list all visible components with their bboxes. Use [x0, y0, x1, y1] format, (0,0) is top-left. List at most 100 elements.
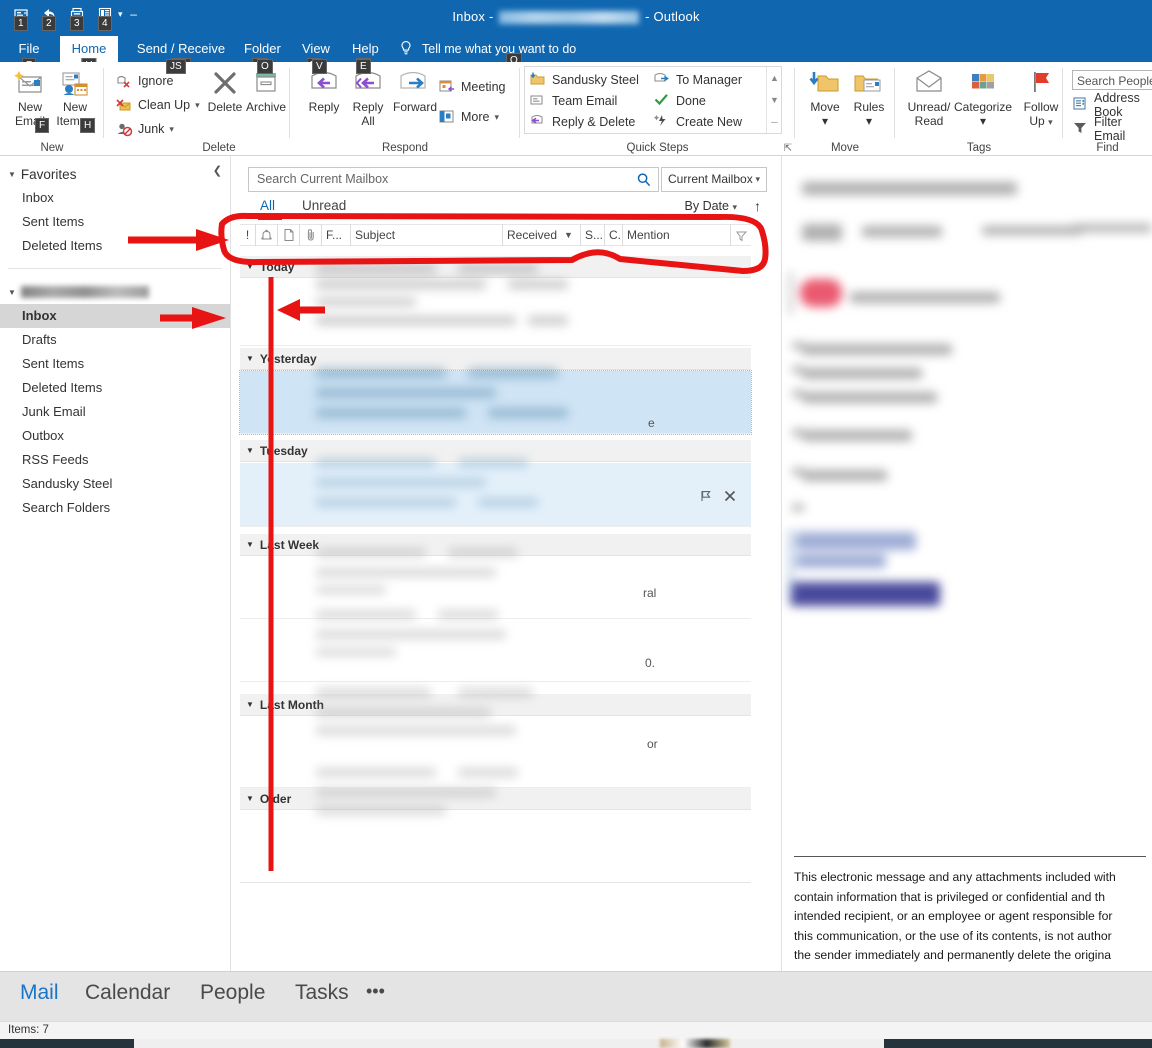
table-row[interactable]: [240, 278, 751, 346]
quick-step-sandusky-steel[interactable]: Sandusky Steel: [529, 69, 639, 90]
module-tasks[interactable]: Tasks: [295, 981, 349, 1005]
done-check-icon: [653, 92, 670, 110]
to-manager-icon: [653, 71, 670, 89]
favorites-header[interactable]: ▼ Favorites: [0, 162, 230, 186]
sidebar-item-inbox[interactable]: Inbox: [0, 304, 230, 328]
sidebar-item-deleted-items[interactable]: Deleted Items: [0, 376, 230, 400]
sidebar-item-drafts[interactable]: Drafts: [0, 328, 230, 352]
disclaimer-top-rule: [794, 856, 1146, 857]
junk-button[interactable]: Junk ▾: [115, 118, 174, 140]
favorite-sent-items[interactable]: Sent Items: [0, 210, 230, 234]
module-navigation-bar: Mail Calendar People Tasks •••: [0, 971, 1152, 1021]
meeting-button[interactable]: Meeting: [438, 76, 505, 98]
collapse-triangle-icon: ▼: [246, 700, 254, 709]
search-placeholder: Search Current Mailbox: [257, 172, 389, 186]
sidebar-item-sandusky-steel[interactable]: Sandusky Steel: [0, 472, 230, 496]
row-hover-actions[interactable]: [699, 489, 737, 508]
quick-steps-dialog-launcher[interactable]: ⇱: [784, 143, 792, 154]
module-people[interactable]: People: [200, 981, 265, 1005]
sidebar-item-sent-items[interactable]: Sent Items: [0, 352, 230, 376]
more-respond-button[interactable]: More ▾: [438, 106, 499, 128]
quick-step-reply-delete[interactable]: Reply & Delete: [529, 111, 635, 132]
date-group-today[interactable]: ▼ Today: [240, 256, 751, 278]
quick-steps-gallery[interactable]: Sandusky Steel Team Email Reply & Delete: [524, 66, 782, 134]
favorite-inbox[interactable]: Inbox: [0, 186, 230, 210]
rules-button[interactable]: Rules ▾: [841, 66, 897, 128]
legal-disclaimer-text: This electronic message and any attachme…: [794, 870, 1116, 963]
account-header[interactable]: ▼: [0, 280, 230, 304]
module-mail[interactable]: Mail: [20, 981, 59, 1005]
table-row[interactable]: [240, 810, 751, 882]
quick-step-team-email[interactable]: Team Email: [529, 90, 617, 111]
search-people-input[interactable]: Search People: [1072, 70, 1152, 90]
tab-home[interactable]: Home H: [60, 36, 118, 73]
collapse-triangle-icon: ▼: [246, 262, 254, 271]
quick-steps-expand-icon[interactable]: ─: [767, 111, 782, 133]
column-header-attachment[interactable]: [300, 224, 322, 246]
table-row[interactable]: [240, 716, 751, 788]
column-header-flag-filter[interactable]: [731, 224, 751, 246]
filter-email-button[interactable]: Filter Email: [1072, 115, 1152, 143]
table-row[interactable]: [240, 619, 751, 682]
flag-icon[interactable]: [699, 489, 713, 508]
quick-step-to-manager-label: To Manager: [676, 72, 743, 87]
tell-me-search[interactable]: Tell me what you want to do Q: [398, 36, 576, 68]
quick-step-to-manager[interactable]: To Manager: [653, 69, 742, 90]
search-input[interactable]: Search Current Mailbox: [248, 167, 659, 192]
sidebar-item-junk-email[interactable]: Junk Email: [0, 400, 230, 424]
column-header-subject[interactable]: Subject: [351, 224, 503, 246]
date-group-older-label: Older: [259, 791, 292, 806]
ribbon-group-respond: Reply V Reply All E Forward Meeting More…: [290, 59, 520, 156]
scroll-up-icon[interactable]: ▲: [767, 67, 782, 89]
categorize-label: Categorize: [953, 100, 1013, 114]
column-header-size[interactable]: S...: [581, 224, 605, 246]
sort-by-date-dropdown[interactable]: By Date ▾: [685, 199, 737, 213]
reply-keytip: V: [312, 59, 327, 74]
sidebar-item-outbox[interactable]: Outbox: [0, 424, 230, 448]
collapse-triangle-icon: ▼: [246, 794, 254, 803]
table-row[interactable]: [240, 463, 751, 527]
column-header-mention[interactable]: Mention: [623, 224, 731, 246]
column-header-from[interactable]: F...: [322, 224, 351, 246]
date-group-tuesday[interactable]: ▼ Tuesday: [240, 440, 751, 462]
chevron-left-icon[interactable]: ❮: [213, 164, 222, 177]
sidebar-item-search-folders[interactable]: Search Folders: [0, 496, 230, 520]
column-header-categories[interactable]: C.: [605, 224, 623, 246]
favorite-deleted-items[interactable]: Deleted Items: [0, 234, 230, 258]
message-list-column-headers: ! F... Subject Received ▼ S... C. Mentio…: [240, 224, 751, 246]
follow-up-button[interactable]: Follow Up ▾: [1013, 66, 1069, 129]
table-row[interactable]: [239, 370, 752, 435]
forward-button[interactable]: Forward: [384, 66, 446, 114]
filter-tab-all[interactable]: All: [260, 198, 275, 213]
module-calendar[interactable]: Calendar: [85, 981, 170, 1005]
delete-x-icon[interactable]: [723, 489, 737, 508]
date-group-last-month[interactable]: ▼ Last Month: [240, 694, 751, 716]
column-header-received[interactable]: Received ▼: [503, 224, 581, 246]
date-group-tuesday-label: Tuesday: [259, 443, 308, 458]
date-group-older[interactable]: ▼ Older: [240, 788, 751, 810]
arrow-up-icon[interactable]: ↑: [754, 198, 761, 214]
tab-file[interactable]: File F: [8, 36, 50, 73]
ribbon-group-new-label: New: [40, 142, 64, 154]
reply-all-label-line2: All: [361, 114, 375, 128]
ignore-button[interactable]: Ignore: [115, 70, 173, 92]
date-group-yesterday[interactable]: ▼ Yesterday: [240, 348, 751, 370]
date-group-last-week[interactable]: ▼ Last Week: [240, 534, 751, 556]
search-scope-dropdown[interactable]: Current Mailbox ▾: [661, 167, 767, 192]
tab-home-label: Home: [71, 41, 107, 56]
quick-step-create-new[interactable]: Create New: [653, 111, 742, 132]
filter-tab-unread[interactable]: Unread: [302, 198, 346, 213]
module-more-overflow[interactable]: •••: [366, 981, 385, 1002]
column-header-reminder[interactable]: [256, 224, 278, 246]
quick-step-done[interactable]: Done: [653, 90, 706, 111]
scroll-down-icon[interactable]: ▼: [767, 89, 782, 111]
sidebar-item-rss-feeds[interactable]: RSS Feeds: [0, 448, 230, 472]
clean-up-button[interactable]: Clean Up ▾: [115, 94, 200, 116]
column-header-item-icon[interactable]: [278, 224, 300, 246]
address-book-button[interactable]: Address Book: [1072, 91, 1152, 119]
categorize-button[interactable]: Categorize ▾: [949, 66, 1017, 128]
search-magnifier-icon[interactable]: [636, 172, 652, 193]
column-header-importance[interactable]: !: [240, 224, 256, 246]
quick-steps-scrollbar[interactable]: ▲ ▼ ─: [766, 67, 781, 133]
table-row[interactable]: [240, 556, 751, 619]
